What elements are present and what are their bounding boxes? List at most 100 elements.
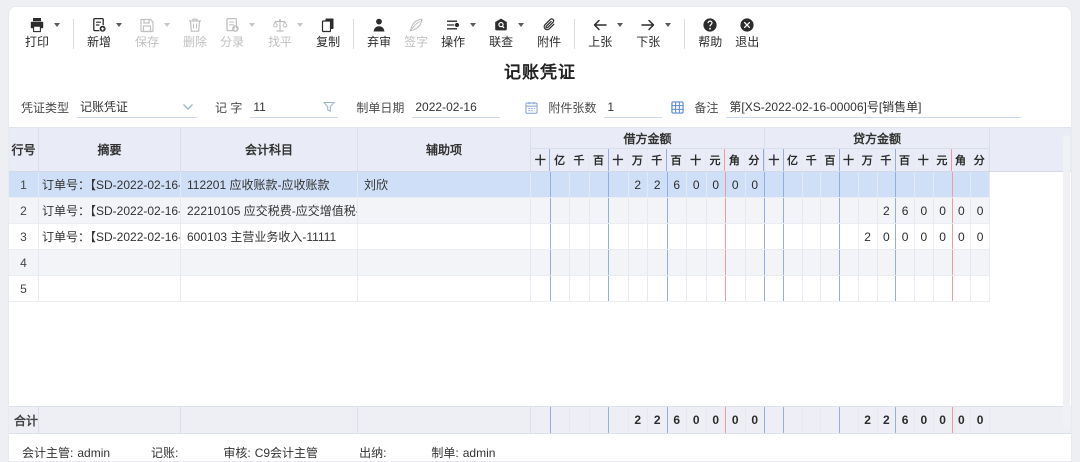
debit-digit-cell[interactable] xyxy=(570,172,590,197)
credit-digit-cell[interactable] xyxy=(915,250,934,275)
debit-digit-cell[interactable] xyxy=(648,224,668,249)
debit-digit-cell[interactable] xyxy=(590,172,610,197)
credit-digit-cell[interactable] xyxy=(765,198,784,223)
credit-digit-cell[interactable] xyxy=(915,276,934,301)
debit-digit-cell[interactable] xyxy=(629,250,649,275)
debit-digit-cell[interactable] xyxy=(531,250,551,275)
credit-digit-cell[interactable] xyxy=(971,172,990,197)
debit-digit-cell[interactable] xyxy=(687,224,707,249)
debit-digit-cell[interactable] xyxy=(609,250,629,275)
debit-digit-cell[interactable] xyxy=(551,198,571,223)
account-cell[interactable]: 112201 应收账款-应收账款 xyxy=(181,172,358,197)
account-cell[interactable]: 22210105 应交税费-应交增值税-销项税款 xyxy=(181,198,358,223)
credit-digit-cell[interactable] xyxy=(784,276,803,301)
credit-digit-cell[interactable]: 0 xyxy=(971,198,990,223)
credit-digit-cell[interactable] xyxy=(915,172,934,197)
credit-digit-cell[interactable] xyxy=(765,172,784,197)
debit-digit-cell[interactable] xyxy=(746,224,766,249)
debit-digit-cell[interactable]: 0 xyxy=(707,172,727,197)
voucher-type-select[interactable]: 记账凭证 xyxy=(77,96,197,118)
dropdown-caret-icon[interactable] xyxy=(470,23,476,27)
debit-digit-cell[interactable] xyxy=(726,250,746,275)
debit-digit-cell[interactable]: 0 xyxy=(746,172,766,197)
debit-digit-cell[interactable] xyxy=(551,250,571,275)
debit-digit-cell[interactable] xyxy=(551,224,571,249)
debit-digit-cell[interactable] xyxy=(609,276,629,301)
debit-digit-cell[interactable] xyxy=(707,276,727,301)
summary-cell[interactable]: 订单号：【SD-2022-02-16-00003... xyxy=(39,224,181,249)
debit-digit-cell[interactable] xyxy=(609,224,629,249)
credit-digit-cell[interactable] xyxy=(821,276,840,301)
linked-query-button[interactable]: 联查 xyxy=(489,16,524,48)
debit-digit-cell[interactable] xyxy=(531,198,551,223)
debit-digit-cell[interactable] xyxy=(746,198,766,223)
debit-digit-cell[interactable] xyxy=(668,276,688,301)
debit-digit-cell[interactable]: 6 xyxy=(668,172,688,197)
credit-digit-cell[interactable]: 0 xyxy=(878,224,897,249)
debit-digit-cell[interactable] xyxy=(590,250,610,275)
account-cell[interactable] xyxy=(181,276,358,301)
help-button[interactable]: 帮助 xyxy=(698,16,722,48)
credit-digit-cell[interactable]: 0 xyxy=(934,224,953,249)
debit-digit-cell[interactable] xyxy=(707,198,727,223)
credit-digit-cell[interactable] xyxy=(821,172,840,197)
account-cell[interactable]: 600103 主营业务收入-11111 xyxy=(181,224,358,249)
debit-digit-cell[interactable] xyxy=(629,224,649,249)
credit-digit-cell[interactable] xyxy=(896,172,915,197)
debit-digit-cell[interactable] xyxy=(687,198,707,223)
row-number-cell[interactable]: 1 xyxy=(9,172,39,197)
debit-digit-cell[interactable] xyxy=(570,250,590,275)
credit-digit-cell[interactable] xyxy=(821,224,840,249)
credit-digit-cell[interactable] xyxy=(840,250,859,275)
credit-digit-cell[interactable] xyxy=(896,250,915,275)
debit-digit-cell[interactable] xyxy=(531,224,551,249)
debit-digit-cell[interactable] xyxy=(726,198,746,223)
summary-cell[interactable] xyxy=(39,250,181,275)
credit-digit-cell[interactable]: 0 xyxy=(934,198,953,223)
debit-digit-cell[interactable] xyxy=(726,224,746,249)
debit-digit-cell[interactable] xyxy=(668,198,688,223)
debit-digit-cell[interactable] xyxy=(590,224,610,249)
debit-digit-cell[interactable]: 0 xyxy=(687,172,707,197)
credit-digit-cell[interactable] xyxy=(878,250,897,275)
dropdown-caret-icon[interactable] xyxy=(54,23,60,27)
auxiliary-cell[interactable] xyxy=(358,250,531,275)
credit-digit-cell[interactable] xyxy=(934,276,953,301)
debit-digit-cell[interactable] xyxy=(687,276,707,301)
attachment-count-input[interactable]: 1 xyxy=(604,96,662,118)
debit-digit-cell[interactable] xyxy=(609,198,629,223)
debit-digit-cell[interactable]: 2 xyxy=(648,172,668,197)
debit-digit-cell[interactable] xyxy=(570,198,590,223)
debit-digit-cell[interactable]: 2 xyxy=(629,172,649,197)
credit-digit-cell[interactable] xyxy=(821,198,840,223)
dropdown-caret-icon[interactable] xyxy=(116,23,122,27)
credit-digit-cell[interactable] xyxy=(953,276,972,301)
summary-cell[interactable]: 订单号：【SD-2022-02-16-00003... xyxy=(39,172,181,197)
dropdown-caret-icon[interactable] xyxy=(617,23,623,27)
debit-digit-cell[interactable] xyxy=(746,276,766,301)
credit-digit-cell[interactable] xyxy=(953,172,972,197)
credit-digit-cell[interactable] xyxy=(803,198,822,223)
debit-digit-cell[interactable] xyxy=(551,276,571,301)
credit-digit-cell[interactable]: 2 xyxy=(859,224,878,249)
debit-digit-cell[interactable] xyxy=(726,276,746,301)
credit-digit-cell[interactable] xyxy=(803,250,822,275)
summary-cell[interactable] xyxy=(39,276,181,301)
row-number-cell[interactable]: 3 xyxy=(9,224,39,249)
debit-digit-cell[interactable] xyxy=(707,224,727,249)
credit-digit-cell[interactable]: 0 xyxy=(915,198,934,223)
date-input[interactable]: 2022-02-16 xyxy=(412,96,500,118)
auxiliary-cell[interactable] xyxy=(358,198,531,223)
chevron-down-icon[interactable] xyxy=(182,103,194,111)
filter-icon[interactable] xyxy=(323,101,335,113)
debit-digit-cell[interactable] xyxy=(746,250,766,275)
credit-digit-cell[interactable] xyxy=(859,250,878,275)
account-cell[interactable] xyxy=(181,250,358,275)
credit-digit-cell[interactable] xyxy=(803,224,822,249)
unapprove-button[interactable]: 弃审 xyxy=(367,16,391,48)
credit-digit-cell[interactable] xyxy=(896,276,915,301)
row-number-cell[interactable]: 4 xyxy=(9,250,39,275)
credit-digit-cell[interactable] xyxy=(971,276,990,301)
exit-button[interactable]: 退出 xyxy=(735,16,759,48)
credit-digit-cell[interactable]: 0 xyxy=(896,224,915,249)
